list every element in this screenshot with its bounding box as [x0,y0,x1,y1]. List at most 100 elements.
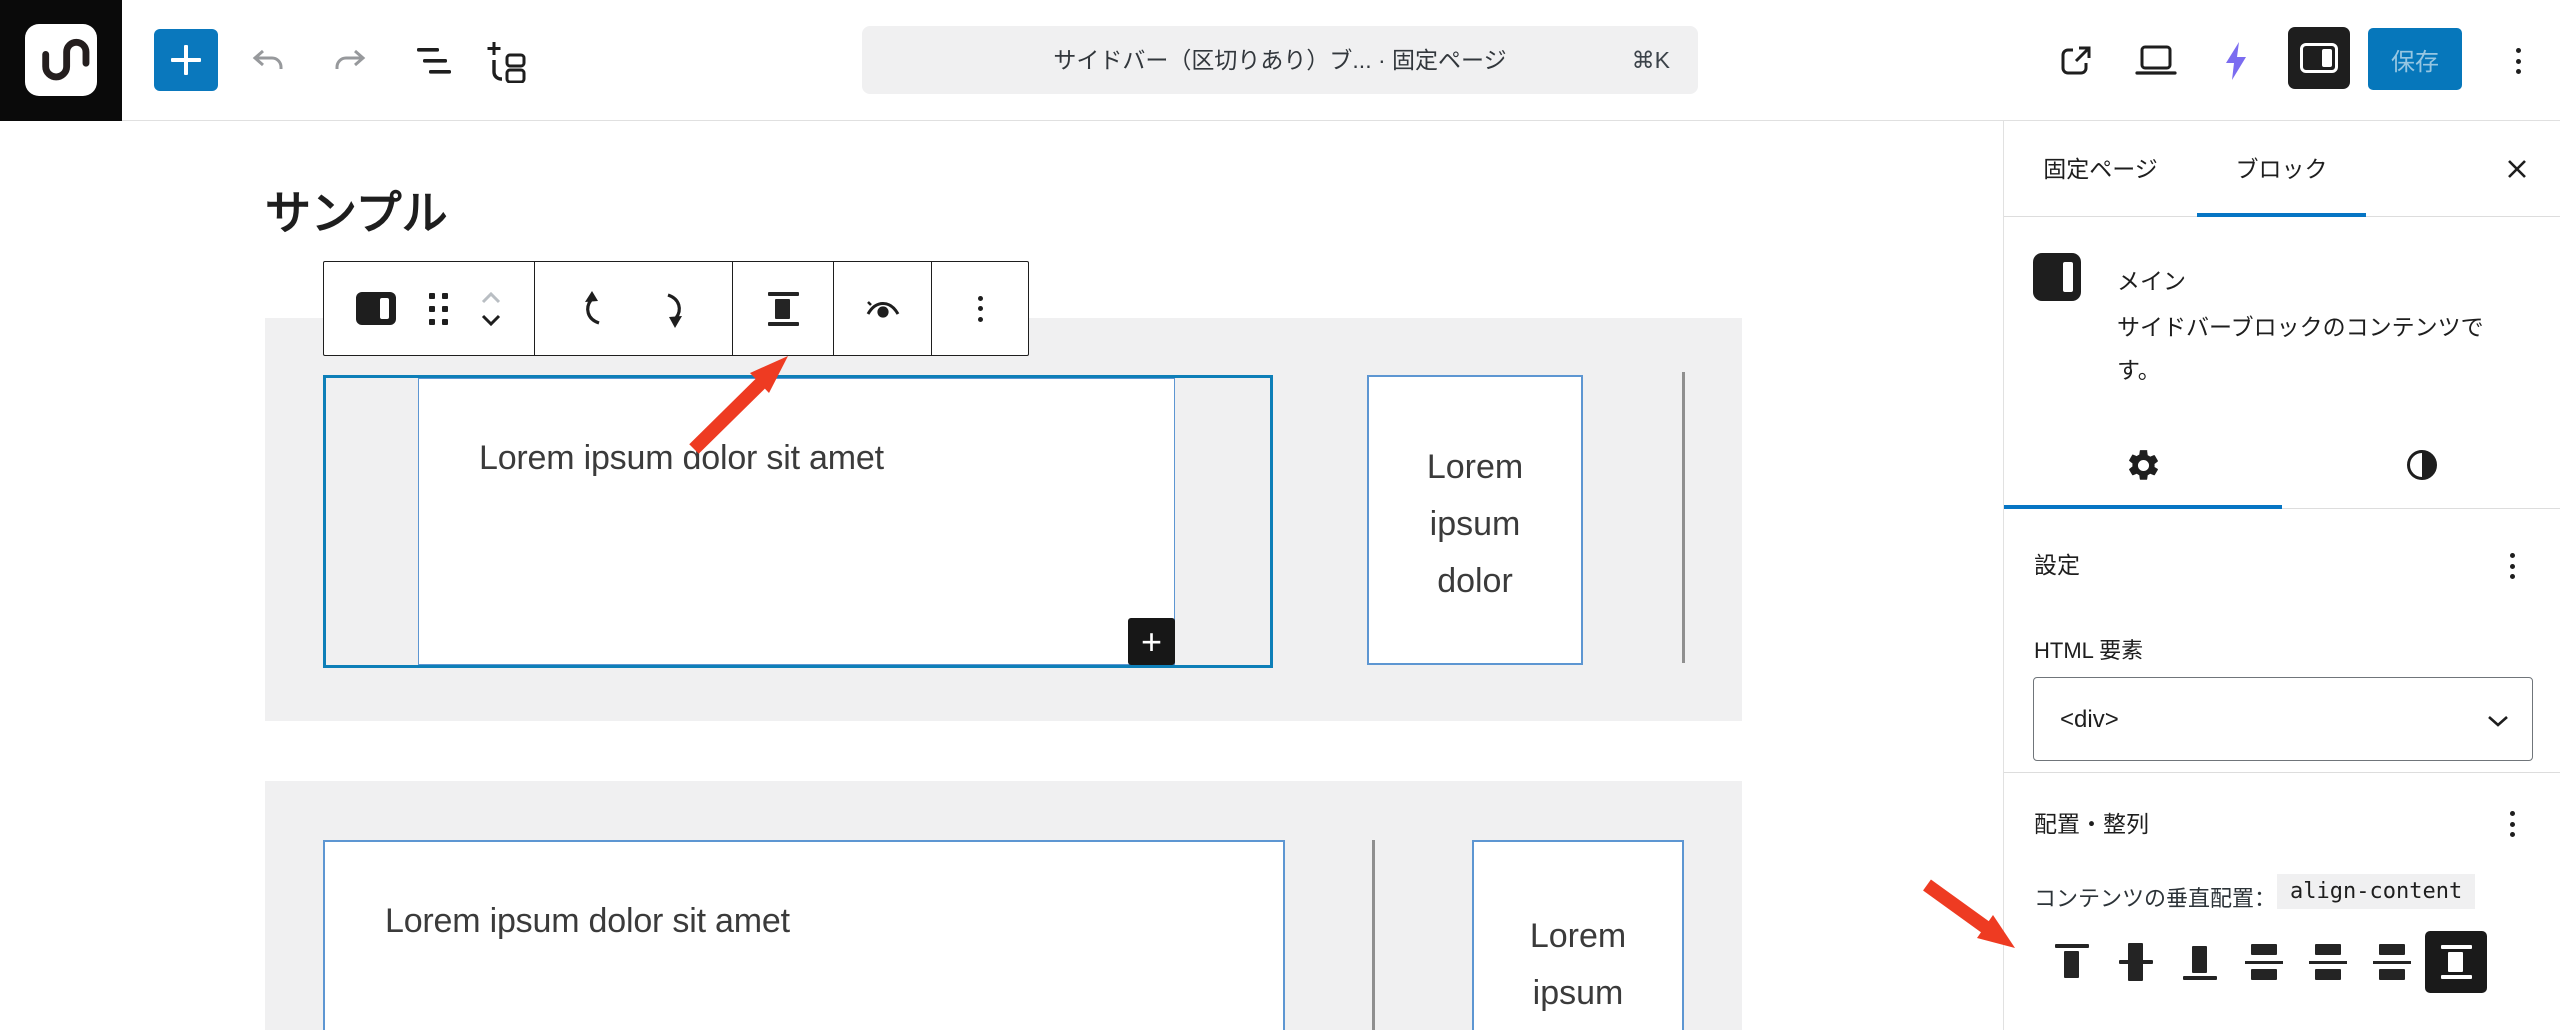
kebab-icon [2510,553,2515,579]
space-around-icon [2309,942,2347,982]
settings-sidebar: 固定ページ ブロック メイン サイドバーブロックのコンテンツです。 設定 HTM… [2003,121,2560,1030]
pattern-section-1: Lorem ipsum dolor sit amet + Lorem ipsum… [265,318,1742,721]
vertical-align-stretch-icon [764,289,802,329]
view-site-button[interactable] [2052,37,2100,85]
align-top-icon [2053,942,2091,982]
block-options-button[interactable] [978,296,983,322]
align-center-icon [2117,942,2155,982]
divider-line [1372,840,1375,1030]
content-box-block[interactable]: Lorem ipsum dolor sit amet [323,840,1285,1030]
document-overview-button[interactable] [410,37,458,85]
valign-space-around-button[interactable] [2297,931,2359,993]
block-card-title: メイン [2117,262,2186,296]
redo-icon [329,40,371,82]
gear-icon [2125,447,2162,484]
sidebar-text-line: dolor [1369,553,1581,610]
boost-button[interactable] [2212,37,2260,85]
panel-divider [2004,772,2560,773]
close-icon [2504,156,2530,182]
tab-page[interactable]: 固定ページ [2004,121,2197,217]
save-button[interactable]: 保存 [2368,28,2462,90]
content-box-block[interactable]: Lorem ipsum dolor sit amet [418,378,1175,665]
vertical-alignment-options [2041,931,2487,993]
settings-section-heading: 設定 [2034,546,2080,580]
drag-handle-icon[interactable] [429,293,448,325]
tab-block[interactable]: ブロック [2197,121,2366,217]
preview-button[interactable] [2132,37,2180,85]
site-logo-button[interactable] [0,0,122,121]
swap-next-button[interactable] [653,289,693,329]
active-inspector-tab-underline [2004,505,2282,509]
block-type-button[interactable] [356,292,396,325]
valign-stretch-button[interactable] [2425,931,2487,993]
bolt-icon [2222,40,2250,82]
patterns-button[interactable] [482,37,530,85]
chevron-down-icon [480,314,502,327]
vertical-alignment-button[interactable] [764,289,802,329]
sidebar-text-line: Lorem [1474,908,1682,965]
valign-center-button[interactable] [2105,931,2167,993]
swap-down-arrow-icon [653,289,693,329]
kebab-icon [2516,48,2521,74]
valign-space-evenly-button[interactable] [2361,931,2423,993]
undo-button[interactable] [244,37,292,85]
redo-button[interactable] [326,37,374,85]
html-element-label: HTML 要素 [2034,633,2143,665]
undo-icon [247,40,289,82]
selected-value: <div> [2060,678,2119,762]
settings-panel-toggle-button[interactable] [2288,27,2350,89]
block-toolbar [323,261,1029,356]
document-overview-icon [414,44,454,78]
block-card-description: サイドバーブロックのコンテンツです。 [2117,306,2485,392]
tab-settings[interactable] [2004,421,2282,509]
space-between-icon [2245,942,2283,982]
unitone-logo-icon [25,24,97,96]
alignment-section-heading: 配置・整列 [2034,805,2149,839]
laptop-preview-icon [2134,43,2178,79]
content-text: Lorem ipsum dolor sit amet [479,439,884,477]
pattern-section-2: Lorem ipsum dolor sit amet Lorem ipsum [265,781,1742,1030]
html-element-select[interactable]: <div> [2033,677,2533,761]
sidebar-tab-bar: 固定ページ ブロック [2004,121,2560,217]
move-down-button[interactable] [480,314,502,327]
main-block-icon [356,292,396,325]
editor-canvas: サンプル [0,121,2003,1030]
space-evenly-icon [2373,942,2411,982]
align-stretch-icon [2437,942,2475,982]
swap-up-arrow-icon [574,289,614,329]
divider-line [1682,372,1685,663]
valign-space-between-button[interactable] [2233,931,2295,993]
sidebar-box-block[interactable]: Lorem ipsum dolor [1367,375,1583,665]
sidebar-box-block[interactable]: Lorem ipsum [1472,840,1684,1030]
valign-bottom-button[interactable] [2169,931,2231,993]
visibility-button[interactable] [863,294,903,324]
append-block-button[interactable]: + [1128,618,1175,665]
align-bottom-icon [2181,942,2219,982]
styles-contrast-icon [2404,447,2440,483]
close-sidebar-button[interactable] [2502,154,2532,184]
content-text: Lorem ipsum dolor sit amet [385,902,790,940]
main-block-icon [2033,253,2081,301]
kebab-icon [978,296,983,322]
chevron-up-icon [480,291,502,304]
swap-previous-button[interactable] [574,289,614,329]
eye-icon [863,294,903,324]
move-up-button[interactable] [480,291,502,304]
document-title-bar[interactable]: サイドバー（区切りあり）ブ... · 固定ページ ⌘K [862,26,1698,94]
valign-top-button[interactable] [2041,931,2103,993]
document-title: サイドバー（区切りあり）ブ... · 固定ページ [862,26,1698,94]
active-tab-underline [2197,213,2366,217]
block-inserter-button[interactable] [154,29,218,91]
inspector-tab-bar [2004,421,2560,509]
external-link-icon [2056,41,2096,81]
settings-section-options-button[interactable] [2510,553,2515,579]
options-menu-button[interactable] [2494,37,2542,85]
tab-styles[interactable] [2282,421,2560,509]
sidebar-text-line: Lorem [1369,439,1581,496]
alignment-section-options-button[interactable] [2510,811,2515,837]
command-shortcut: ⌘K [1632,26,1670,94]
sidebar-text-line: ipsum [1369,496,1581,553]
sidebar-text-line: ipsum [1474,965,1682,1022]
vertical-align-label: コンテンツの垂直配置： [2034,881,2276,913]
page-title[interactable]: サンプル [265,177,448,243]
